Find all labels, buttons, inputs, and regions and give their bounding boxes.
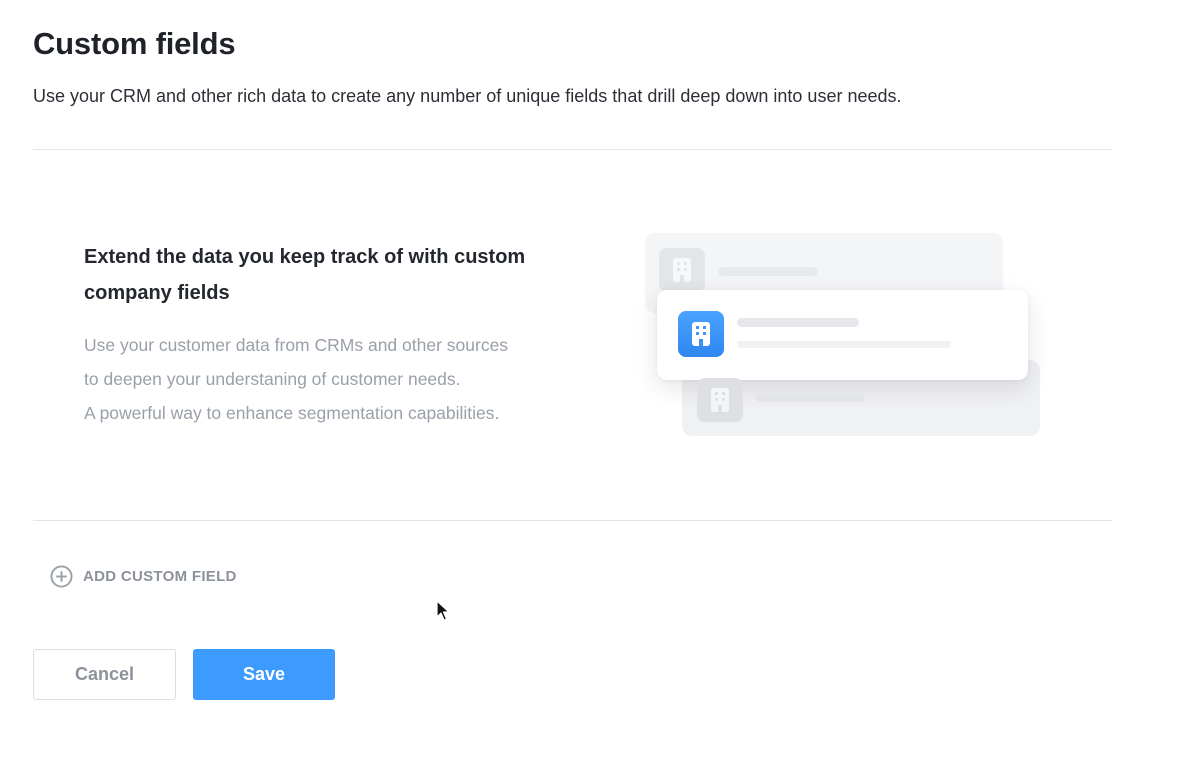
description-line: A powerful way to enhance segmentation c… [84, 403, 500, 423]
plus-circle-icon [50, 565, 73, 588]
building-icon [678, 311, 724, 357]
save-button[interactable]: Save [193, 649, 335, 700]
empty-state-description: Use your customer data from CRMs and oth… [84, 328, 604, 430]
building-icon [659, 248, 705, 292]
page-title: Custom fields [33, 26, 236, 61]
top-divider [33, 149, 1112, 150]
add-custom-field-label: ADD CUSTOM FIELD [83, 568, 237, 585]
page-subtitle: Use your CRM and other rich data to crea… [33, 86, 902, 106]
add-custom-field-button[interactable]: ADD CUSTOM FIELD [50, 565, 237, 588]
mouse-cursor-icon [436, 600, 450, 621]
illustration-placeholder-bar [737, 341, 951, 348]
empty-state-heading: Extend the data you keep track of with c… [84, 246, 526, 304]
illustration-placeholder-bar [718, 267, 818, 276]
building-icon [697, 378, 743, 422]
illustration-placeholder-bar [756, 393, 865, 402]
description-line: Use your customer data from CRMs and oth… [84, 335, 509, 355]
illustration-placeholder-bar [737, 318, 859, 327]
cancel-button[interactable]: Cancel [33, 649, 176, 700]
description-line: to deepen your understaning of customer … [84, 369, 461, 389]
bottom-divider [33, 520, 1112, 521]
